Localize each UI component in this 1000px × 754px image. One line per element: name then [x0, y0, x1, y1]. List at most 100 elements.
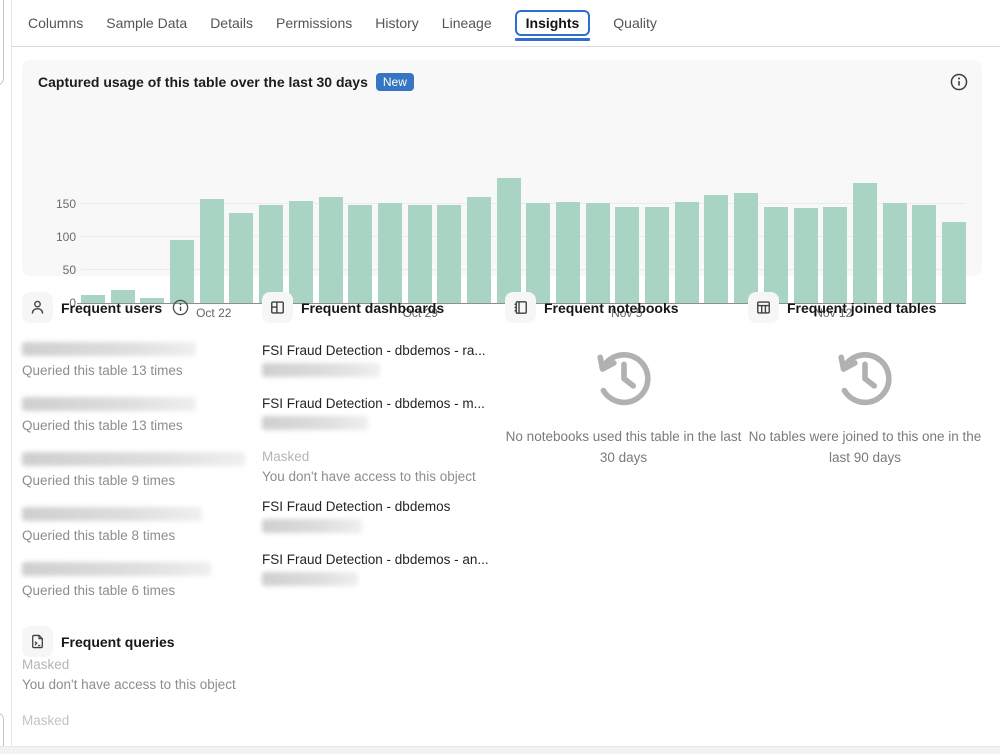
- bottom-scroll-strip[interactable]: [0, 746, 1000, 754]
- usage-bar[interactable]: [763, 206, 788, 303]
- usage-bar[interactable]: [852, 182, 877, 303]
- frequent-queries-header: Frequent queries: [22, 626, 322, 657]
- list-item: FSI Fraud Detection - dbdemos - m...: [262, 396, 498, 430]
- usage-bar[interactable]: [288, 200, 313, 303]
- section-title: Frequent notebooks: [544, 299, 679, 316]
- section-frequent-dashboards: Frequent dashboards FSI Fraud Detection …: [262, 292, 498, 605]
- usage-bar[interactable]: [318, 197, 343, 303]
- info-icon[interactable]: [172, 299, 189, 316]
- list-item: Masked You don't have access to this obj…: [22, 657, 322, 692]
- usage-bar[interactable]: [823, 206, 848, 303]
- masked-label: Masked: [22, 713, 70, 728]
- masked-dashboard-owner: [262, 572, 358, 586]
- user-query-count: Queried this table 13 times: [22, 363, 183, 378]
- list-item: Queried this table 8 times: [22, 507, 255, 543]
- tab-sample-data[interactable]: Sample Data: [106, 11, 187, 35]
- query-file-icon: [22, 626, 53, 657]
- history-icon: [596, 352, 651, 406]
- usage-bar[interactable]: [615, 206, 640, 303]
- masked-label: Masked: [22, 657, 70, 672]
- list-item: Queried this table 13 times: [22, 397, 255, 433]
- usage-bar[interactable]: [882, 203, 907, 303]
- tab-history[interactable]: History: [375, 11, 419, 35]
- empty-state-text: No tables were joined to this one in the…: [748, 429, 982, 465]
- usage-bar[interactable]: [437, 204, 462, 303]
- usage-bar[interactable]: [704, 194, 729, 303]
- masked-dashboard-owner: [262, 363, 380, 377]
- usage-chart: [77, 171, 966, 304]
- content-left-border: [11, 0, 12, 754]
- section-title: Frequent joined tables: [787, 299, 937, 316]
- masked-label: Masked: [262, 449, 310, 464]
- usage-bar[interactable]: [526, 203, 551, 303]
- frequent-joined-tables-header: Frequent joined tables: [748, 292, 982, 323]
- dashboard-link[interactable]: FSI Fraud Detection - dbdemos - m...: [262, 396, 498, 411]
- list-item: Masked You don't have access to this obj…: [262, 449, 498, 484]
- frequent-users-list: Queried this table 13 times Queried this…: [22, 342, 255, 598]
- masked-note: You don't have access to this object: [262, 469, 476, 484]
- usage-bar[interactable]: [912, 204, 937, 303]
- list-item: FSI Fraud Detection - dbdemos - ra...: [262, 343, 498, 377]
- empty-state-text: No notebooks used this table in the last…: [505, 429, 742, 465]
- usage-panel-header: Captured usage of this table over the la…: [22, 60, 982, 91]
- list-item: FSI Fraud Detection - dbdemos - an...: [262, 552, 498, 586]
- usage-bar[interactable]: [348, 204, 373, 303]
- usage-bar[interactable]: [259, 205, 284, 303]
- masked-user-name: [22, 452, 245, 466]
- tab-active-underline: [514, 38, 591, 41]
- tab-lineage[interactable]: Lineage: [442, 11, 492, 35]
- usage-bar[interactable]: [793, 207, 818, 303]
- user-query-count: Queried this table 8 times: [22, 528, 176, 543]
- tab-insights[interactable]: Insights: [514, 10, 591, 41]
- info-icon[interactable]: [950, 73, 968, 91]
- usage-bar[interactable]: [199, 199, 224, 303]
- dashboard-link[interactable]: FSI Fraud Detection - dbdemos - ra...: [262, 343, 498, 358]
- section-frequent-notebooks: Frequent notebooks No notebooks used thi…: [505, 292, 742, 469]
- tab-details[interactable]: Details: [210, 11, 253, 35]
- section-title: Frequent dashboards: [301, 299, 445, 316]
- usage-bar[interactable]: [941, 221, 966, 303]
- joined-tables-empty-state: No tables were joined to this one in the…: [748, 345, 982, 469]
- y-tick-label: 150: [55, 197, 76, 211]
- frequent-notebooks-header: Frequent notebooks: [505, 292, 742, 323]
- usage-bar[interactable]: [674, 202, 699, 303]
- tab-bar: Columns Sample Data Details Permissions …: [12, 0, 1000, 47]
- frequent-dashboards-list: FSI Fraud Detection - dbdemos - ra... FS…: [262, 343, 498, 586]
- tab-quality[interactable]: Quality: [613, 11, 657, 35]
- table-icon: [748, 292, 779, 323]
- y-axis-labels: 0 50 100 150: [36, 171, 76, 310]
- notebooks-empty-state: No notebooks used this table in the last…: [505, 345, 742, 469]
- usage-bar[interactable]: [466, 197, 491, 303]
- section-frequent-joined-tables: Frequent joined tables No tables were jo…: [748, 292, 982, 469]
- user-query-count: Queried this table 6 times: [22, 583, 176, 598]
- usage-bar[interactable]: [407, 204, 432, 303]
- user-icon: [22, 292, 53, 323]
- list-item: Queried this table 9 times: [22, 452, 255, 488]
- usage-bar[interactable]: [556, 202, 580, 303]
- usage-bar[interactable]: [377, 202, 402, 303]
- frequent-users-header: Frequent users: [22, 292, 255, 323]
- tab-permissions[interactable]: Permissions: [276, 11, 352, 35]
- history-icon: [838, 352, 892, 406]
- masked-user-name: [22, 507, 202, 521]
- user-query-count: Queried this table 9 times: [22, 473, 176, 488]
- usage-panel: Captured usage of this table over the la…: [22, 60, 982, 320]
- usage-bar[interactable]: [645, 206, 670, 303]
- tab-insights-label: Insights: [525, 15, 580, 31]
- masked-dashboard-owner: [262, 519, 362, 533]
- section-frequent-users: Frequent users Queried this table 13 tim…: [22, 292, 255, 617]
- dashboard-link[interactable]: FSI Fraud Detection - dbdemos: [262, 499, 498, 514]
- usage-bar[interactable]: [734, 192, 759, 303]
- user-query-count: Queried this table 13 times: [22, 418, 183, 433]
- masked-user-name: [22, 342, 196, 356]
- masked-user-name: [22, 397, 196, 411]
- y-tick-label: 100: [55, 230, 76, 244]
- usage-bar[interactable]: [229, 212, 254, 303]
- tab-columns[interactable]: Columns: [28, 11, 83, 35]
- section-title: Frequent users: [61, 299, 163, 316]
- usage-bar[interactable]: [585, 202, 610, 303]
- masked-dashboard-owner: [262, 416, 368, 430]
- dashboard-link[interactable]: FSI Fraud Detection - dbdemos - an...: [262, 552, 498, 567]
- usage-bar[interactable]: [496, 177, 521, 303]
- usage-chart-bars: [81, 171, 966, 303]
